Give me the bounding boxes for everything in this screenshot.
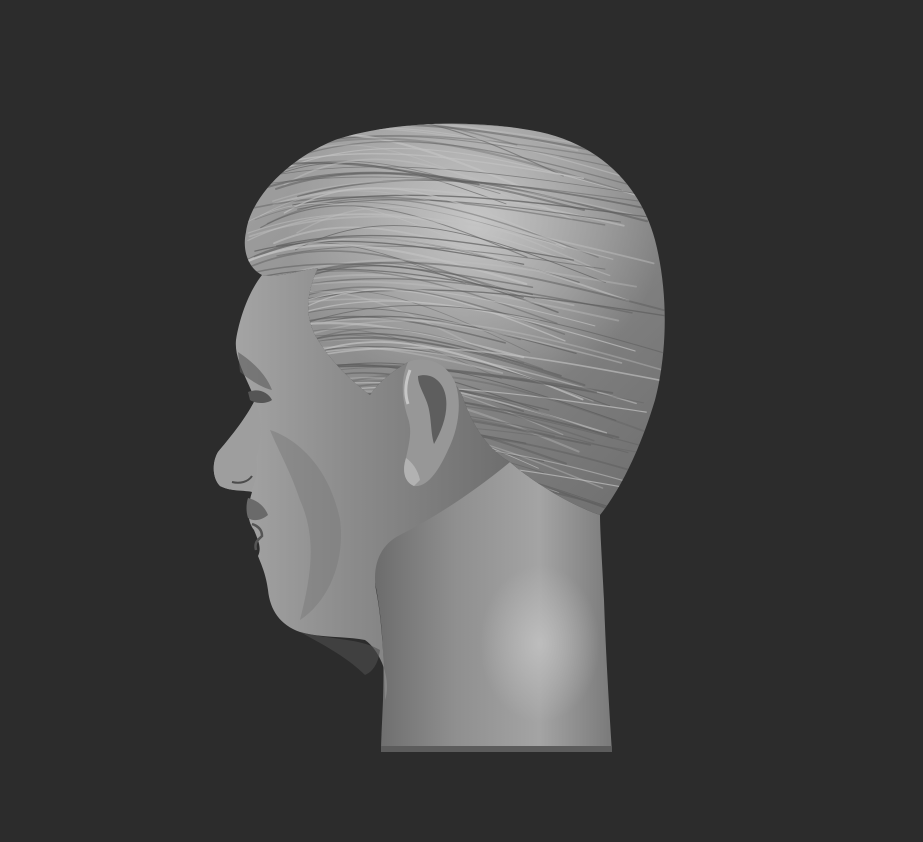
neck-base-edge (381, 746, 612, 752)
nose (213, 400, 261, 491)
viewport-canvas[interactable] (0, 0, 923, 842)
sculpt-model[interactable] (0, 0, 923, 842)
